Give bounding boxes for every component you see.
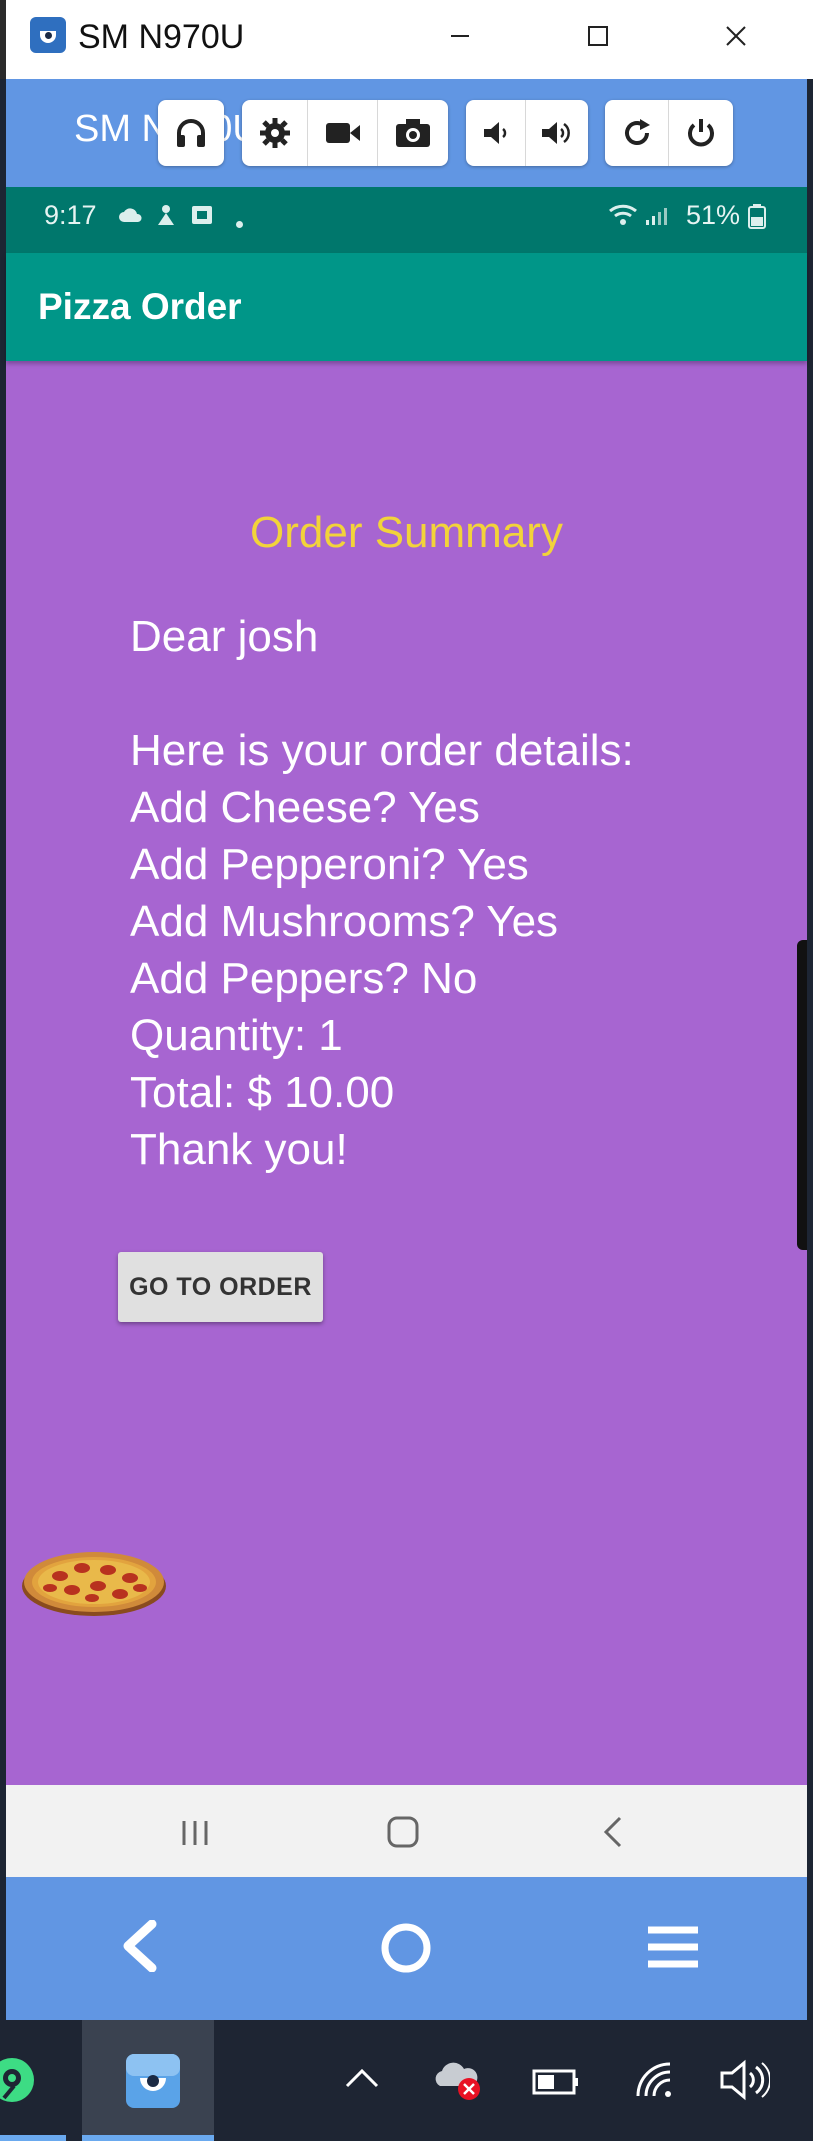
status-time: 9:17: [44, 200, 97, 230]
home-circle-icon[interactable]: [380, 1922, 432, 1979]
order-summary-heading: Order Summary: [250, 508, 563, 557]
app-title: Pizza Order: [38, 286, 242, 327]
home-icon[interactable]: [386, 1815, 420, 1854]
summary-line: Add Cheese? Yes: [130, 783, 480, 832]
signal-icon: [644, 206, 668, 231]
camera-icon[interactable]: [378, 100, 448, 166]
power-icon[interactable]: [669, 100, 733, 166]
more-notifications-dot: [236, 221, 243, 228]
window-title: SM N970U: [78, 18, 245, 56]
cloud-icon: [118, 206, 144, 229]
back-arrow-icon[interactable]: [118, 1919, 162, 1977]
order-summary-text: Dear josh Here is your order details: Ad…: [130, 608, 770, 1178]
battery-percent: 51%: [686, 200, 741, 230]
volume-icon[interactable]: [718, 2058, 772, 2107]
summary-line: Total: $ 10.00: [130, 1068, 395, 1117]
summary-line: Thank you!: [130, 1125, 348, 1174]
go-to-order-button[interactable]: GO TO ORDER: [118, 1252, 323, 1322]
back-icon[interactable]: [598, 1815, 628, 1854]
android-studio-icon[interactable]: [0, 2052, 40, 2113]
notification-icon: [155, 203, 177, 232]
headphones-icon[interactable]: [158, 100, 224, 166]
toolbar-group-audio: [158, 100, 224, 166]
scrcpy-app-icon: [30, 17, 66, 53]
volume-down-icon[interactable]: [466, 100, 526, 166]
battery-status-icon: [748, 203, 766, 234]
app-notification-icon: [190, 203, 214, 232]
summary-line: Add Pepperoni? Yes: [130, 840, 529, 889]
maximize-icon[interactable]: [568, 14, 628, 58]
taskbar-running-indicator: [0, 2135, 66, 2141]
summary-line: Add Peppers? No: [130, 954, 478, 1003]
volume-up-icon[interactable]: [526, 100, 588, 166]
recent-apps-icon[interactable]: [178, 1818, 212, 1853]
close-icon[interactable]: [706, 14, 766, 58]
pizza-image: [20, 1540, 168, 1620]
minimize-icon[interactable]: [430, 14, 490, 58]
taskbar-active-indicator: [82, 2135, 214, 2141]
summary-line: Quantity: 1: [130, 1011, 343, 1060]
onedrive-error-icon[interactable]: [432, 2058, 484, 2107]
summary-line: Add Mushrooms? Yes: [130, 897, 559, 946]
chevron-up-icon[interactable]: [344, 2066, 380, 2095]
edge-panel-handle[interactable]: [797, 940, 807, 1250]
video-camera-icon[interactable]: [308, 100, 378, 166]
summary-line: [130, 665, 770, 722]
summary-line: Dear josh: [130, 612, 319, 661]
scrcpy-icon[interactable]: [124, 2052, 182, 2115]
toolbar-group-system: [605, 100, 733, 166]
wifi-icon[interactable]: [634, 2060, 676, 2105]
toolbar-group-media: [242, 100, 448, 166]
wifi-status-icon: [608, 203, 638, 232]
rotate-icon[interactable]: [605, 100, 669, 166]
battery-icon[interactable]: [532, 2068, 580, 2101]
summary-line: Here is your order details:: [130, 726, 634, 775]
menu-icon[interactable]: [646, 1924, 700, 1975]
toolbar-group-volume: [466, 100, 588, 166]
settings-icon[interactable]: [242, 100, 308, 166]
